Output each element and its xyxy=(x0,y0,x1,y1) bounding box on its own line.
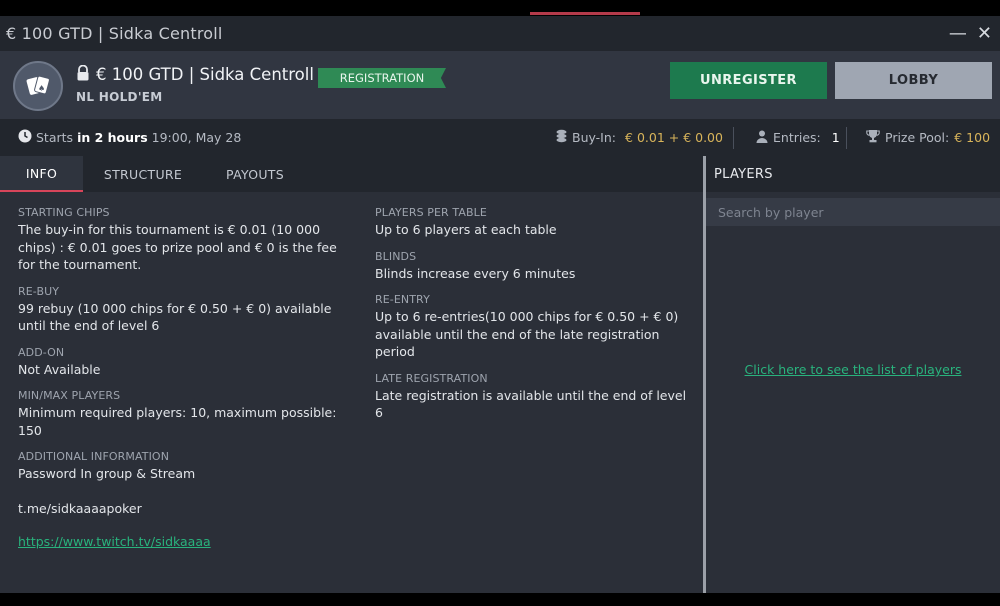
late-registration: LATE REGISTRATION Late registration is a… xyxy=(375,372,695,422)
lock-icon xyxy=(76,64,90,84)
twitch-link[interactable]: https://www.twitch.tv/sidkaaaa xyxy=(18,534,353,549)
window-title: € 100 GTD | Sidka Centroll xyxy=(6,24,223,43)
entries-label: Entries: xyxy=(773,130,821,145)
players-panel: PLAYERS Click here to see the list of pl… xyxy=(706,156,1000,593)
section-label: RE-ENTRY xyxy=(375,293,430,306)
players-list-link-wrap: Click here to see the list of players xyxy=(706,362,1000,377)
blinds: BLINDS Blinds increase every 6 minutes xyxy=(375,250,695,283)
window-controls: — ✕ xyxy=(949,24,1000,43)
coins-icon xyxy=(556,129,567,146)
players-list-link[interactable]: Click here to see the list of players xyxy=(745,362,962,377)
additional-information: ADDITIONAL INFORMATION Password In group… xyxy=(18,450,353,483)
buy-in-label: Buy-In: xyxy=(572,130,617,145)
buy-in-value: € 0.01 + € 0.00 xyxy=(625,130,723,145)
user-icon xyxy=(756,130,768,146)
tab-payouts[interactable]: PAYOUTS xyxy=(203,156,307,192)
tournament-name: € 100 GTD | Sidka Centroll xyxy=(96,65,314,84)
players-per-table: PLAYERS PER TABLE Up to 6 players at eac… xyxy=(375,206,695,239)
registration-badge: REGISTRATION xyxy=(318,68,446,88)
top-strip xyxy=(0,0,1000,16)
start-time: Starts in 2 hours 19:00, May 28 xyxy=(18,129,241,146)
unregister-button[interactable]: UNREGISTER xyxy=(670,62,827,99)
starts-in: in 2 hours xyxy=(77,130,148,145)
section-label: STARTING CHIPS xyxy=(18,206,110,219)
minimize-icon[interactable]: — xyxy=(949,24,967,43)
section-value: Late registration is available until the… xyxy=(375,387,687,421)
tab-structure[interactable]: STRUCTURE xyxy=(83,156,203,192)
section-value: Blinds increase every 6 minutes xyxy=(375,265,576,281)
cards-icon: ♠ xyxy=(13,61,63,111)
svg-text:♠: ♠ xyxy=(38,84,45,93)
section-value: 99 rebuy (10 000 chips for € 0.50 + € 0)… xyxy=(18,300,332,334)
starting-chips: STARTING CHIPS The buy-in for this tourn… xyxy=(18,206,353,274)
info-column-right: PLAYERS PER TABLE Up to 6 players at eac… xyxy=(375,206,695,433)
section-value: Up to 6 players at each table xyxy=(375,222,557,237)
player-search-input[interactable] xyxy=(706,198,1000,226)
trophy-icon xyxy=(866,129,880,146)
prize-pool-value: € 100 xyxy=(954,130,991,145)
background-blip xyxy=(530,12,640,15)
min-max-players: MIN/MAX PLAYERS Minimum required players… xyxy=(18,389,353,439)
game-type: NL HOLD'EM xyxy=(76,90,163,104)
section-label: RE-BUY xyxy=(18,284,60,298)
header-text: € 100 GTD | Sidka Centroll NL HOLD'EM xyxy=(76,64,314,104)
section-label: ADDITIONAL INFORMATION xyxy=(18,450,170,463)
lobby-button[interactable]: LOBBY xyxy=(835,62,992,99)
re-buy: RE-BUY 99 rebuy (10 000 chips for € 0.50… xyxy=(18,285,353,335)
add-on: ADD-ON Not Available xyxy=(18,346,353,379)
section-label: MIN/MAX PLAYERS xyxy=(18,389,121,402)
title-bar: € 100 GTD | Sidka Centroll — ✕ xyxy=(0,16,1000,51)
section-value: The buy-in for this tournament is € 0.01… xyxy=(18,222,337,272)
section-value: Password In group & Stream xyxy=(18,466,196,481)
separator xyxy=(733,127,734,149)
entries: Entries: 1 xyxy=(756,130,840,146)
prize-pool-label: Prize Pool: xyxy=(885,130,950,145)
section-label: ADD-ON xyxy=(18,345,65,359)
tab-bar: INFO STRUCTURE PAYOUTS xyxy=(0,156,703,192)
bottom-strip xyxy=(0,593,1000,606)
info-panel: INFO STRUCTURE PAYOUTS STARTING CHIPS Th… xyxy=(0,156,703,593)
prize-pool: Prize Pool: € 100 xyxy=(866,129,990,146)
info-column-left: STARTING CHIPS The buy-in for this tourn… xyxy=(18,206,353,549)
buy-in: Buy-In: € 0.01 + € 0.00 xyxy=(556,129,723,146)
tab-info[interactable]: INFO xyxy=(0,156,83,192)
section-value: Minimum required players: 10, maximum po… xyxy=(18,405,337,438)
clock-icon xyxy=(18,129,32,146)
info-bar: Starts in 2 hours 19:00, May 28 Buy-In: … xyxy=(0,119,1000,156)
starts-label: Starts xyxy=(36,130,74,145)
section-label: LATE REGISTRATION xyxy=(375,371,488,385)
section-label: BLINDS xyxy=(375,249,417,263)
entries-value: 1 xyxy=(831,130,840,145)
section-value: Not Available xyxy=(18,361,101,377)
tournament-header: ♠ € 100 GTD | Sidka Centroll NL HOLD'EM … xyxy=(0,51,1000,119)
separator xyxy=(846,127,847,149)
telegram-text: t.me/sidkaaaapoker xyxy=(18,500,142,516)
info-content: STARTING CHIPS The buy-in for this tourn… xyxy=(0,192,703,593)
starts-time-value: 19:00, May 28 xyxy=(151,130,242,145)
section-value: Up to 6 re-entries(10 000 chips for € 0.… xyxy=(375,309,679,359)
close-icon[interactable]: ✕ xyxy=(977,24,992,43)
section-label: PLAYERS PER TABLE xyxy=(375,206,487,219)
players-title: PLAYERS xyxy=(706,156,1000,192)
re-entry: RE-ENTRY Up to 6 re-entries(10 000 chips… xyxy=(375,293,695,361)
